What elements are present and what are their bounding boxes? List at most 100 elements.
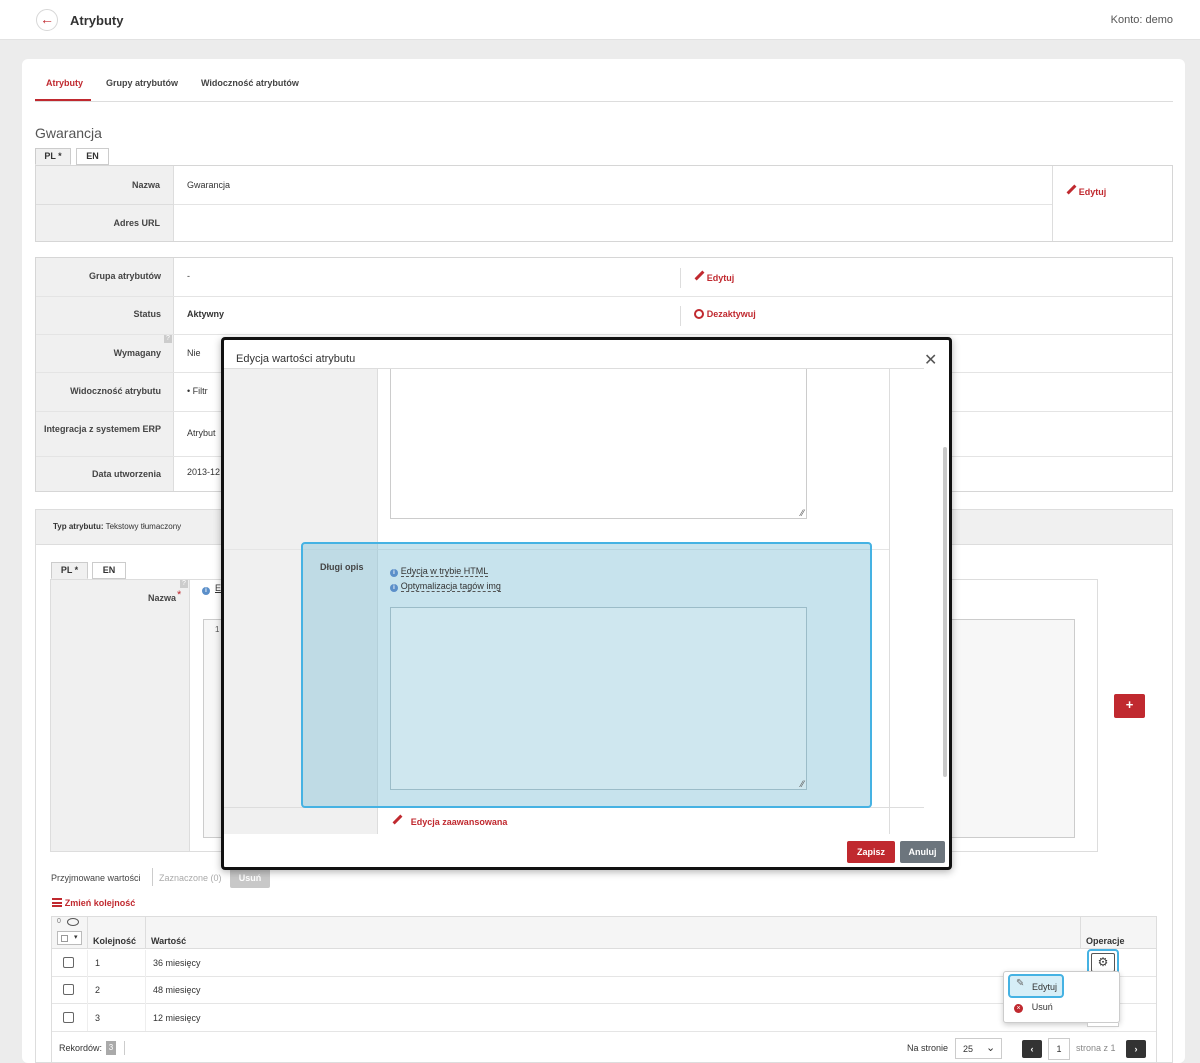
menu-edit-label: Edytuj — [1032, 982, 1058, 992]
deactivate-button[interactable]: Dezaktywuj — [694, 309, 756, 320]
value-lang-tab-pl[interactable]: PL * — [51, 562, 88, 579]
cancel-button[interactable]: Anuluj — [900, 841, 945, 863]
type-text: Typ atrybutu: Tekstowy tłumaczony — [53, 522, 181, 531]
select-all-dropdown[interactable]: ▾ — [57, 931, 82, 945]
chevron-left-icon: ‹ — [1030, 1044, 1034, 1054]
value-name-label: Nazwa — [147, 593, 176, 603]
html-edit-label: Edycja w trybie HTML — [400, 566, 489, 577]
edit-name-button[interactable]: Edytuj — [1066, 185, 1107, 198]
img-optimize-label: Optymalizacja tagów img — [400, 581, 501, 592]
row-checkbox[interactable] — [63, 1012, 74, 1023]
close-icon[interactable]: ✕ — [924, 350, 937, 370]
per-page-value: 25 — [963, 1044, 974, 1054]
edit-group-button[interactable]: Edytuj — [694, 271, 735, 284]
reorder-label: Zmień kolejność — [64, 898, 136, 908]
divider — [87, 950, 88, 1031]
records-count: 3 — [106, 1041, 116, 1055]
divider — [87, 917, 88, 949]
type-value: Tekstowy tłumaczony — [105, 522, 182, 531]
operations-menu: ✎ Edytuj × Usuń — [1003, 971, 1120, 1023]
value-editor-labels — [51, 580, 190, 851]
long-description-label: Długi opis — [320, 562, 364, 572]
pencil-icon — [392, 815, 402, 825]
save-button[interactable]: Zapisz — [847, 841, 895, 863]
selected-count: Zaznaczone (0) — [159, 873, 222, 883]
row-value: 48 miesięcy — [153, 985, 201, 995]
divider — [36, 334, 1172, 335]
delete-icon: × — [1014, 1004, 1023, 1013]
column-value[interactable]: Wartość — [151, 936, 186, 946]
short-description-textarea[interactable]: ⁄⁄ — [390, 369, 807, 519]
page-input[interactable]: 1 — [1048, 1038, 1070, 1060]
divider — [889, 369, 890, 834]
pencil-icon — [694, 271, 704, 281]
page-title: Atrybuty — [70, 13, 124, 28]
help-icon[interactable]: ? — [164, 335, 172, 343]
menu-delete-item[interactable]: × Usuń — [1014, 1002, 1053, 1013]
delete-selected-button[interactable]: Usuń — [230, 868, 270, 888]
edit-label: Edytuj — [706, 273, 735, 283]
list-icon — [52, 898, 62, 907]
advanced-edit-button[interactable]: Edycja zaawansowana — [392, 815, 508, 828]
help-icon[interactable]: ? — [180, 580, 188, 588]
name-panel — [35, 165, 1173, 242]
tab-attribute-groups[interactable]: Grupy atrybutów — [106, 78, 178, 88]
header-count: 0 — [57, 918, 61, 925]
column-order[interactable]: Kolejność — [93, 936, 136, 946]
required-label: Wymagany — [113, 348, 161, 358]
reorder-button[interactable]: Zmień kolejność — [52, 898, 135, 909]
row-checkbox[interactable] — [63, 984, 74, 995]
gear-icon[interactable]: ⚙ — [1091, 953, 1115, 972]
column-operations: Operacje — [1086, 936, 1125, 946]
lang-tab-pl[interactable]: PL * — [35, 148, 71, 165]
tab-divider — [35, 101, 1173, 102]
divider — [174, 204, 1053, 205]
created-value: 2013-12 — [187, 467, 221, 477]
divider — [680, 306, 681, 326]
menu-edit-item[interactable]: ✎ Edytuj — [1008, 974, 1064, 998]
accepted-values-label: Przyjmowane wartości — [51, 873, 141, 883]
section-title: Gwarancja — [35, 125, 102, 141]
row-order: 1 — [95, 958, 101, 968]
img-optimize-link[interactable]: i Optymalizacja tagów img — [390, 581, 501, 592]
name-value: Gwarancja — [187, 180, 231, 190]
divider — [145, 917, 146, 949]
divider — [680, 268, 681, 288]
divider — [52, 1031, 1156, 1032]
long-description-textarea[interactable]: ⁄⁄ — [390, 607, 807, 790]
html-edit-link[interactable]: i Edycja w trybie HTML — [390, 566, 489, 577]
divider — [152, 868, 153, 886]
group-label: Grupa atrybutów — [88, 271, 161, 281]
divider — [36, 204, 174, 205]
lang-tab-en[interactable]: EN — [76, 148, 109, 165]
value-lang-tab-en[interactable]: EN — [92, 562, 126, 579]
per-page-label: Na stronie — [907, 1043, 949, 1053]
page-of-label: strona z 1 — [1076, 1043, 1116, 1053]
prev-page-button[interactable]: ‹ — [1022, 1040, 1042, 1058]
divider — [1052, 166, 1053, 241]
created-label: Data utworzenia — [91, 469, 161, 479]
divider — [124, 1041, 125, 1055]
menu-delete-label: Usuń — [1031, 1002, 1053, 1012]
add-value-button[interactable]: + — [1114, 694, 1145, 718]
row-checkbox[interactable] — [63, 957, 74, 968]
block-icon — [694, 309, 704, 319]
tab-attribute-visibility[interactable]: Widoczność atrybutów — [201, 78, 299, 88]
tab-attributes[interactable]: Atrybuty — [46, 78, 83, 88]
per-page-select[interactable]: 25 ⌄ — [955, 1038, 1002, 1059]
records-label: Rekordów: — [59, 1043, 103, 1053]
name-label: Nazwa — [131, 180, 160, 190]
modal-scrollbar[interactable] — [943, 447, 947, 777]
modal-title: Edycja wartości atrybutu — [236, 353, 356, 365]
eye-icon[interactable] — [67, 918, 79, 926]
info-icon: i — [202, 584, 210, 595]
status-label: Status — [133, 309, 161, 319]
group-value: - — [187, 271, 190, 281]
divider — [224, 807, 924, 834]
table-header — [52, 917, 1156, 949]
back-arrow-icon[interactable]: ← — [36, 9, 58, 31]
resize-handle-icon: ⁄⁄ — [800, 779, 804, 789]
row-order: 3 — [95, 1013, 101, 1023]
next-page-button[interactable]: › — [1126, 1040, 1146, 1058]
required-asterisk: * — [177, 589, 182, 601]
